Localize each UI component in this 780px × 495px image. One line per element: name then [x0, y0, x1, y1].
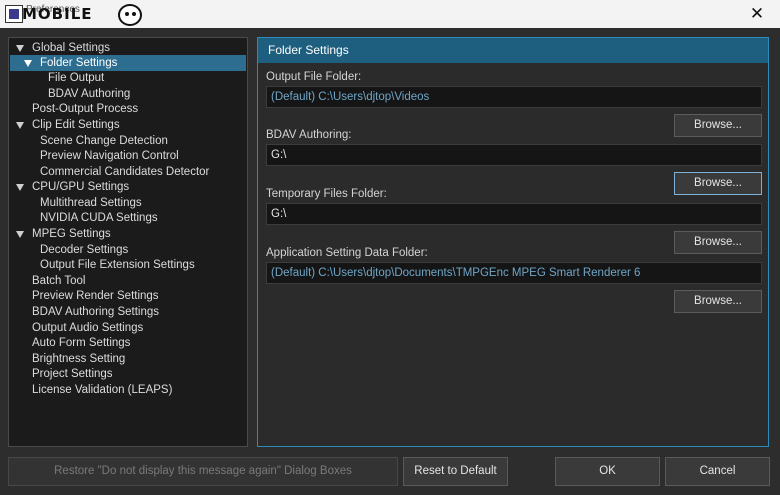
output-file-folder-label: Output File Folder:	[266, 71, 362, 83]
tree-item-bdav-authoring-settings[interactable]: BDAV Authoring Settings	[10, 304, 246, 320]
cancel-button[interactable]: Cancel	[665, 457, 770, 486]
tree-item-batch-tool[interactable]: Batch Tool	[10, 273, 246, 289]
expand-arrow-icon[interactable]	[16, 122, 24, 129]
tree-item-commercial-candidates-detector[interactable]: Commercial Candidates Detector	[10, 164, 246, 180]
tree-item-mpeg-settings[interactable]: MPEG Settings	[10, 226, 246, 242]
tree-item-preview-render-settings[interactable]: Preview Render Settings	[10, 288, 246, 304]
tree-item-decoder-settings[interactable]: Decoder Settings	[10, 242, 246, 258]
folder-settings-panel: Folder Settings Output File Folder: (Def…	[257, 37, 769, 447]
tree-item-multithread-settings[interactable]: Multithread Settings	[10, 195, 246, 211]
app-data-browse-button[interactable]: Browse...	[674, 290, 762, 313]
watermark-face-icon	[118, 4, 142, 26]
app-setting-data-folder-field[interactable]: (Default) C:\Users\djtop\Documents\TMPGE…	[266, 262, 762, 284]
tree-item-preview-navigation-control[interactable]: Preview Navigation Control	[10, 148, 246, 164]
tree-item-project-settings[interactable]: Project Settings	[10, 366, 246, 382]
expand-arrow-icon[interactable]	[16, 184, 24, 191]
tree-item-auto-form-settings[interactable]: Auto Form Settings	[10, 335, 246, 351]
expand-arrow-icon[interactable]	[16, 45, 24, 52]
expand-arrow-icon[interactable]	[24, 60, 32, 67]
tree-item-file-output[interactable]: File Output	[10, 70, 246, 86]
bdav-authoring-label: BDAV Authoring:	[266, 129, 352, 141]
temporary-files-folder-label: Temporary Files Folder:	[266, 188, 387, 200]
bdav-authoring-field[interactable]: G:\	[266, 144, 762, 166]
tree-item-bdav-authoring[interactable]: BDAV Authoring	[10, 86, 246, 102]
tree-item-folder-settings[interactable]: Folder Settings	[10, 55, 246, 71]
tree-item-post-output-process[interactable]: Post-Output Process	[10, 101, 246, 117]
tree-item-license-validation[interactable]: License Validation (LEAPS)	[10, 382, 246, 398]
tree-item-nvidia-cuda-settings[interactable]: NVIDIA CUDA Settings	[10, 210, 246, 226]
ok-button[interactable]: OK	[555, 457, 660, 486]
settings-tree: Global Settings Folder Settings File Out…	[8, 37, 248, 447]
tree-item-global-settings[interactable]: Global Settings	[10, 40, 246, 56]
tree-item-cpu-gpu-settings[interactable]: CPU/GPU Settings	[10, 179, 246, 195]
temporary-files-folder-field[interactable]: G:\	[266, 203, 762, 225]
restore-dialogs-button[interactable]: Restore "Do not display this message aga…	[8, 457, 398, 486]
panel-title: Folder Settings	[258, 38, 768, 63]
app-icon	[5, 5, 23, 23]
watermark-logo: MOBILE	[22, 5, 93, 23]
app-setting-data-folder-label: Application Setting Data Folder:	[266, 247, 428, 259]
close-button[interactable]: ✕	[734, 0, 780, 28]
output-file-folder-field[interactable]: (Default) C:\Users\djtop\Videos	[266, 86, 762, 108]
title-bar: Preferences MOBILE ✕	[0, 0, 780, 28]
output-folder-browse-button[interactable]: Browse...	[674, 114, 762, 137]
temp-folder-browse-button[interactable]: Browse...	[674, 231, 762, 254]
tree-item-brightness-setting[interactable]: Brightness Setting	[10, 351, 246, 367]
expand-arrow-icon[interactable]	[16, 231, 24, 238]
tree-item-output-file-extension-settings[interactable]: Output File Extension Settings	[10, 257, 246, 273]
bdav-browse-button[interactable]: Browse...	[674, 172, 762, 195]
tree-item-output-audio-settings[interactable]: Output Audio Settings	[10, 320, 246, 336]
reset-to-default-button[interactable]: Reset to Default	[403, 457, 508, 486]
tree-item-clip-edit-settings[interactable]: Clip Edit Settings	[10, 117, 246, 133]
tree-item-scene-change-detection[interactable]: Scene Change Detection	[10, 133, 246, 149]
